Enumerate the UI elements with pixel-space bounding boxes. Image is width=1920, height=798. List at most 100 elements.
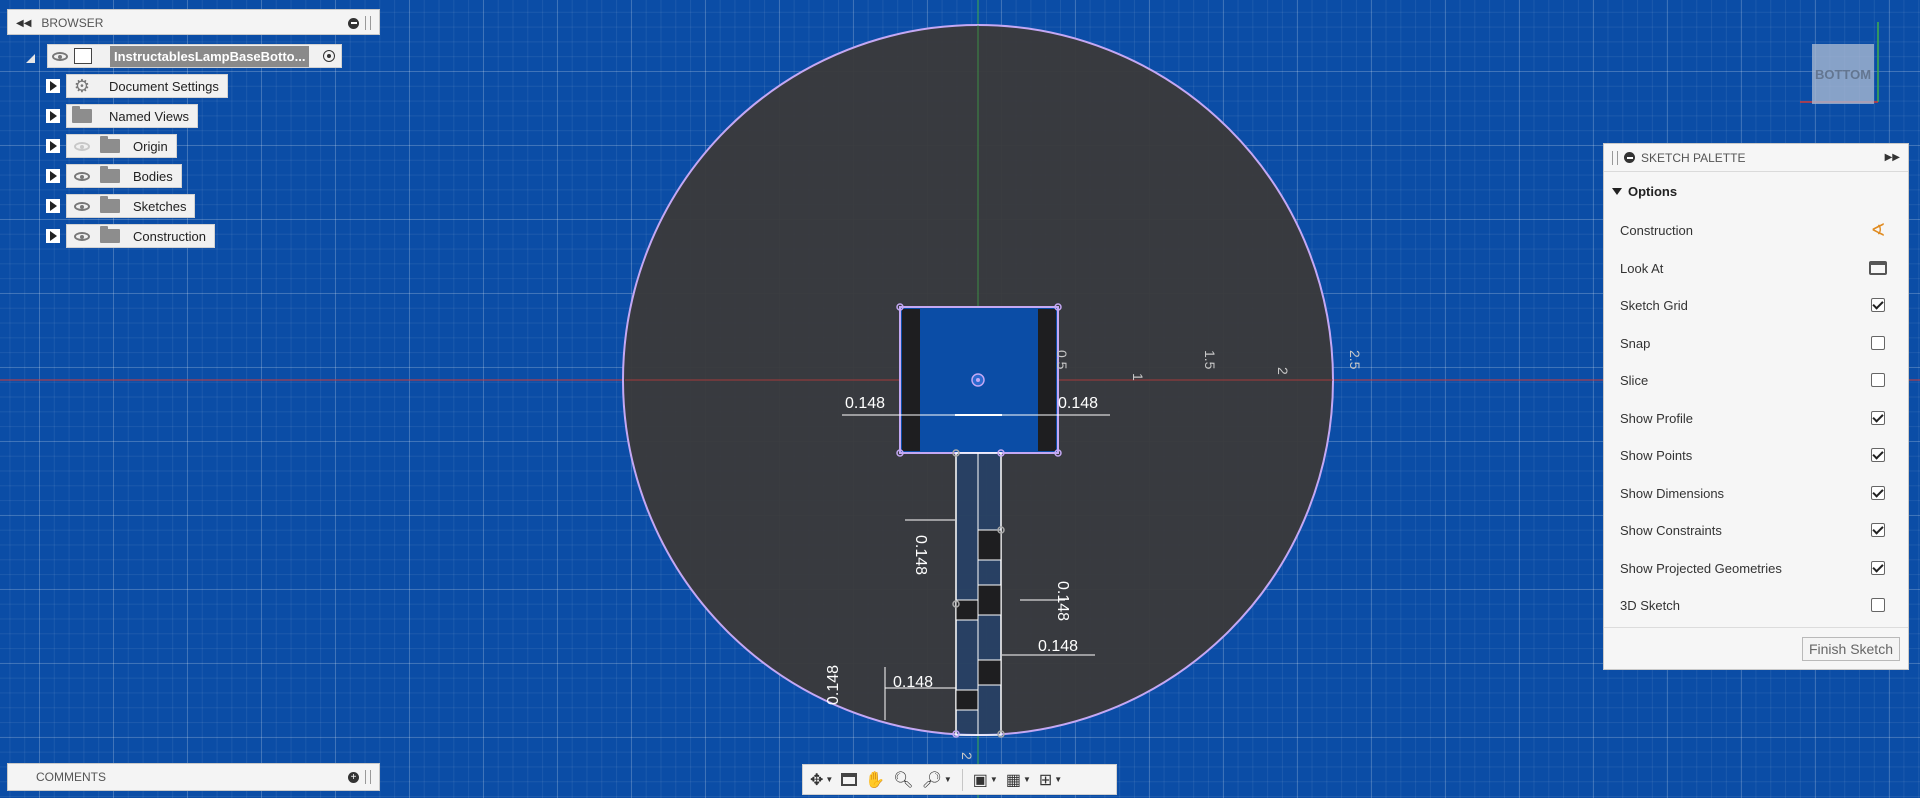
browser-item-document-settings[interactable]: ⚙ Document Settings: [46, 74, 228, 98]
browser-item-chip[interactable]: Bodies: [66, 164, 182, 188]
folder-icon: [71, 106, 93, 124]
browser-item-sketches[interactable]: Sketches: [46, 194, 196, 218]
viewcube[interactable]: BOTTOM: [1812, 44, 1874, 104]
options-section-header[interactable]: Options: [1612, 184, 1677, 199]
comments-title: COMMENTS: [36, 770, 106, 784]
viewcube-face-label[interactable]: BOTTOM: [1815, 67, 1871, 82]
visibility-eye-icon[interactable]: [71, 198, 93, 214]
construction-icon[interactable]: ∢: [1870, 220, 1885, 241]
dimension-value[interactable]: 0.148: [825, 665, 842, 705]
comments-header[interactable]: COMMENTS +: [8, 764, 379, 790]
viewports-button[interactable]: ⊞ ▼: [1036, 768, 1065, 792]
section-collapse-icon[interactable]: [1612, 188, 1622, 195]
option-show-profile[interactable]: Show Profile: [1620, 403, 1894, 433]
comments-panel: COMMENTS +: [7, 763, 380, 791]
browser-title: BROWSER: [41, 16, 104, 30]
activate-radio-icon[interactable]: [323, 50, 336, 62]
collapse-icon[interactable]: ◀◀: [16, 18, 31, 29]
visibility-eye-icon[interactable]: [71, 168, 93, 184]
3d-sketch-checkbox[interactable]: [1871, 598, 1885, 612]
dimension-value[interactable]: 0.148: [893, 674, 933, 691]
add-comment-icon[interactable]: +: [348, 771, 359, 783]
snap-checkbox[interactable]: [1871, 336, 1885, 350]
browser-item-chip[interactable]: Origin: [66, 134, 177, 158]
expand-arrow-icon[interactable]: [46, 79, 60, 93]
option-3d-sketch[interactable]: 3D Sketch: [1620, 590, 1894, 620]
visibility-eye-icon[interactable]: [71, 228, 93, 244]
browser-item-named-views[interactable]: Named Views: [46, 104, 198, 128]
zoom-button[interactable]: 🔍︎: [890, 768, 916, 792]
browser-item-chip[interactable]: ⚙ Document Settings: [66, 74, 228, 98]
look-at-button[interactable]: [838, 768, 860, 792]
sketch-palette-header[interactable]: SKETCH PALETTE ▶▶: [1604, 144, 1908, 172]
expand-arrow-icon[interactable]: [46, 139, 60, 153]
option-show-constraints[interactable]: Show Constraints: [1620, 515, 1894, 545]
expand-arrow-icon[interactable]: [46, 229, 60, 243]
finish-sketch-button[interactable]: Finish Sketch: [1801, 637, 1900, 661]
folder-icon: [99, 226, 121, 244]
option-slice[interactable]: Slice: [1620, 365, 1894, 395]
visibility-eye-icon[interactable]: [71, 138, 93, 154]
option-show-points[interactable]: Show Points: [1620, 440, 1894, 470]
slice-checkbox[interactable]: [1871, 373, 1885, 387]
browser-header[interactable]: ◀◀ BROWSER: [8, 10, 379, 36]
browser-root-row[interactable]: InstructablesLampBaseBotto...: [26, 44, 343, 68]
orbit-button[interactable]: ✥ ▼: [807, 768, 836, 792]
browser-item-origin[interactable]: Origin: [46, 134, 177, 158]
browser-item-label: Named Views: [109, 108, 189, 124]
option-label: Show Constraints: [1620, 522, 1722, 538]
option-label: Show Dimensions: [1620, 485, 1725, 501]
minimize-icon[interactable]: [348, 17, 359, 29]
dimension-value[interactable]: 0.148: [1058, 395, 1098, 412]
option-construction[interactable]: Construction ∢: [1620, 215, 1894, 245]
dimension-value[interactable]: 0.148: [1054, 581, 1071, 621]
browser-item-construction[interactable]: Construction: [46, 224, 215, 248]
option-look-at[interactable]: Look At: [1620, 253, 1894, 283]
browser-item-chip[interactable]: Construction: [66, 224, 215, 248]
option-show-projected-geometries[interactable]: Show Projected Geometries: [1620, 553, 1894, 583]
axis-scale-label: 2: [1275, 367, 1291, 375]
show-constraints-checkbox[interactable]: [1871, 523, 1885, 537]
minimize-icon[interactable]: [1624, 152, 1635, 163]
sketch-palette: SKETCH PALETTE ▶▶ Options Construction ∢…: [1603, 143, 1909, 670]
display-settings-icon: ▣: [972, 771, 988, 789]
show-projected-geometries-checkbox[interactable]: [1871, 561, 1885, 575]
component-icon: [74, 48, 92, 64]
pan-button[interactable]: ✋: [862, 768, 888, 792]
sketch-grid-checkbox[interactable]: [1871, 298, 1885, 312]
options-section-title: Options: [1628, 184, 1678, 199]
show-dimensions-checkbox[interactable]: [1871, 486, 1885, 500]
browser-item-bodies[interactable]: Bodies: [46, 164, 182, 188]
option-label: Show Profile: [1620, 410, 1693, 426]
option-sketch-grid[interactable]: Sketch Grid: [1620, 290, 1894, 320]
browser-item-label: Origin: [133, 138, 168, 154]
expand-arrow-icon[interactable]: [46, 169, 60, 183]
slot-notch: [977, 659, 1002, 686]
root-component-chip[interactable]: InstructablesLampBaseBotto...: [47, 44, 343, 68]
display-settings-button[interactable]: ▣ ▼: [970, 768, 1001, 792]
dimension-value[interactable]: 0.148: [912, 535, 929, 575]
grid-settings-button[interactable]: ▦ ▼: [1003, 768, 1034, 792]
fit-button[interactable]: 🔎︎ ▼: [919, 768, 955, 792]
expand-arrow-icon[interactable]: [46, 109, 60, 123]
drag-handle-icon[interactable]: [365, 770, 371, 784]
show-points-checkbox[interactable]: [1871, 448, 1885, 462]
dimension-value[interactable]: 0.148: [845, 395, 885, 412]
expand-panel-icon[interactable]: ▶▶: [1885, 152, 1900, 163]
option-show-dimensions[interactable]: Show Dimensions: [1620, 478, 1894, 508]
gear-icon: ⚙: [73, 76, 91, 96]
option-snap[interactable]: Snap: [1620, 328, 1894, 358]
browser-item-chip[interactable]: Sketches: [66, 194, 196, 218]
dimension-value[interactable]: 0.148: [1038, 638, 1078, 655]
axis-scale-label: 2: [959, 752, 975, 760]
drag-handle-icon[interactable]: [365, 16, 371, 30]
visibility-eye-icon[interactable]: [52, 51, 68, 61]
expand-arrow-icon[interactable]: [26, 53, 35, 63]
look-at-icon[interactable]: [1869, 261, 1887, 275]
drag-handle-icon[interactable]: [1612, 150, 1618, 165]
show-profile-checkbox[interactable]: [1871, 411, 1885, 425]
option-label: Look At: [1620, 260, 1664, 276]
browser-item-label: Sketches: [133, 198, 187, 214]
browser-item-chip[interactable]: Named Views: [66, 104, 198, 128]
expand-arrow-icon[interactable]: [46, 199, 60, 213]
